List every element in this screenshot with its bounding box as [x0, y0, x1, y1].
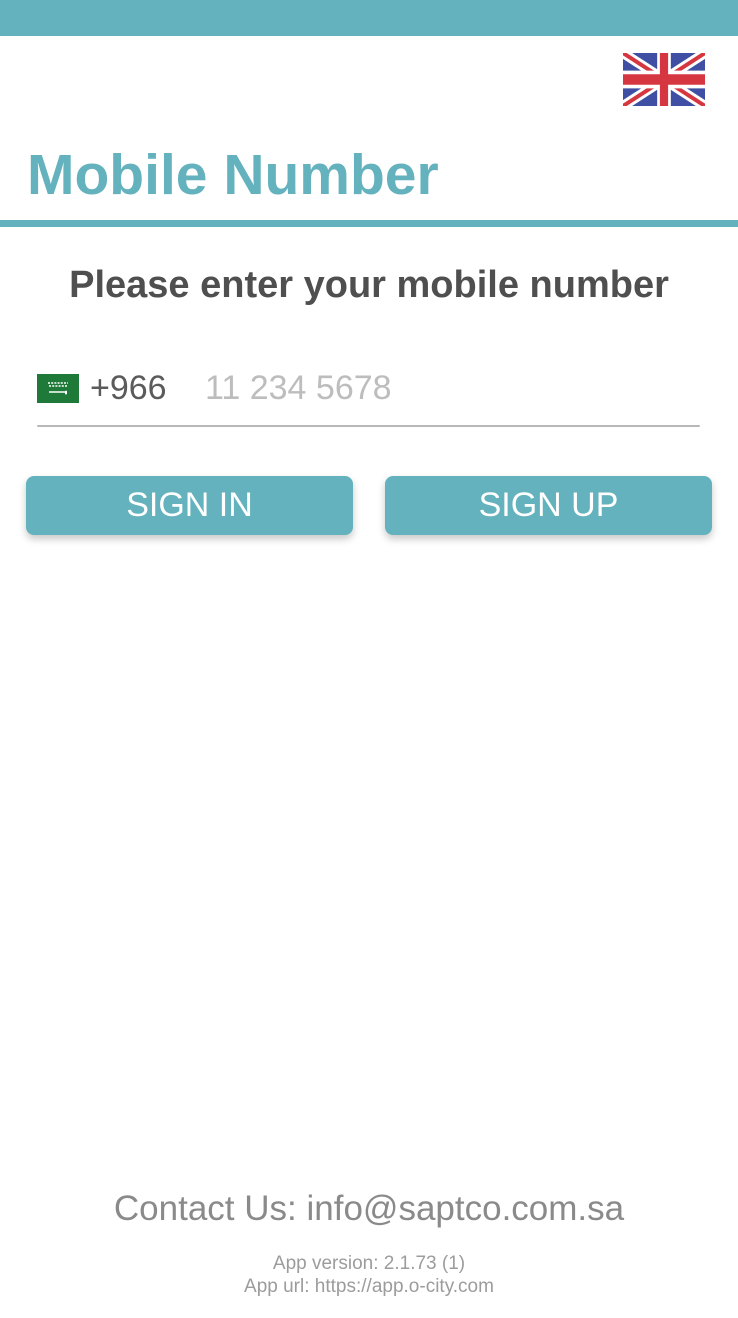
mobile-number-input[interactable]: [205, 362, 695, 414]
page-title: Mobile Number: [27, 143, 439, 207]
phone-number-field[interactable]: +966: [37, 362, 700, 427]
contact-us: Contact Us: info@saptco.com.sa: [0, 1186, 738, 1232]
sign-in-button[interactable]: SIGN IN: [26, 476, 353, 535]
input-underline: [37, 425, 700, 427]
instruction-text: Please enter your mobile number: [69, 264, 669, 306]
app-version: App version: 2.1.73 (1): [272, 1253, 466, 1274]
status-bar: [0, 0, 738, 36]
country-dial-code[interactable]: +966: [90, 365, 167, 411]
sign-up-button[interactable]: SIGN UP: [385, 476, 712, 535]
mobile-number-screen: Mobile Number Please enter your mobile n…: [0, 0, 738, 1318]
title-divider: [0, 220, 738, 227]
app-url: App url: https://app.o-city.com: [244, 1276, 494, 1297]
contact-label: Contact Us:: [113, 1189, 297, 1228]
saudi-arabia-flag-icon[interactable]: [37, 374, 79, 403]
uk-flag-icon[interactable]: [623, 53, 705, 106]
contact-email-link[interactable]: info@saptco.com.sa: [306, 1189, 624, 1228]
app-info: App version: 2.1.73 (1) App url: https:/…: [0, 1252, 738, 1298]
